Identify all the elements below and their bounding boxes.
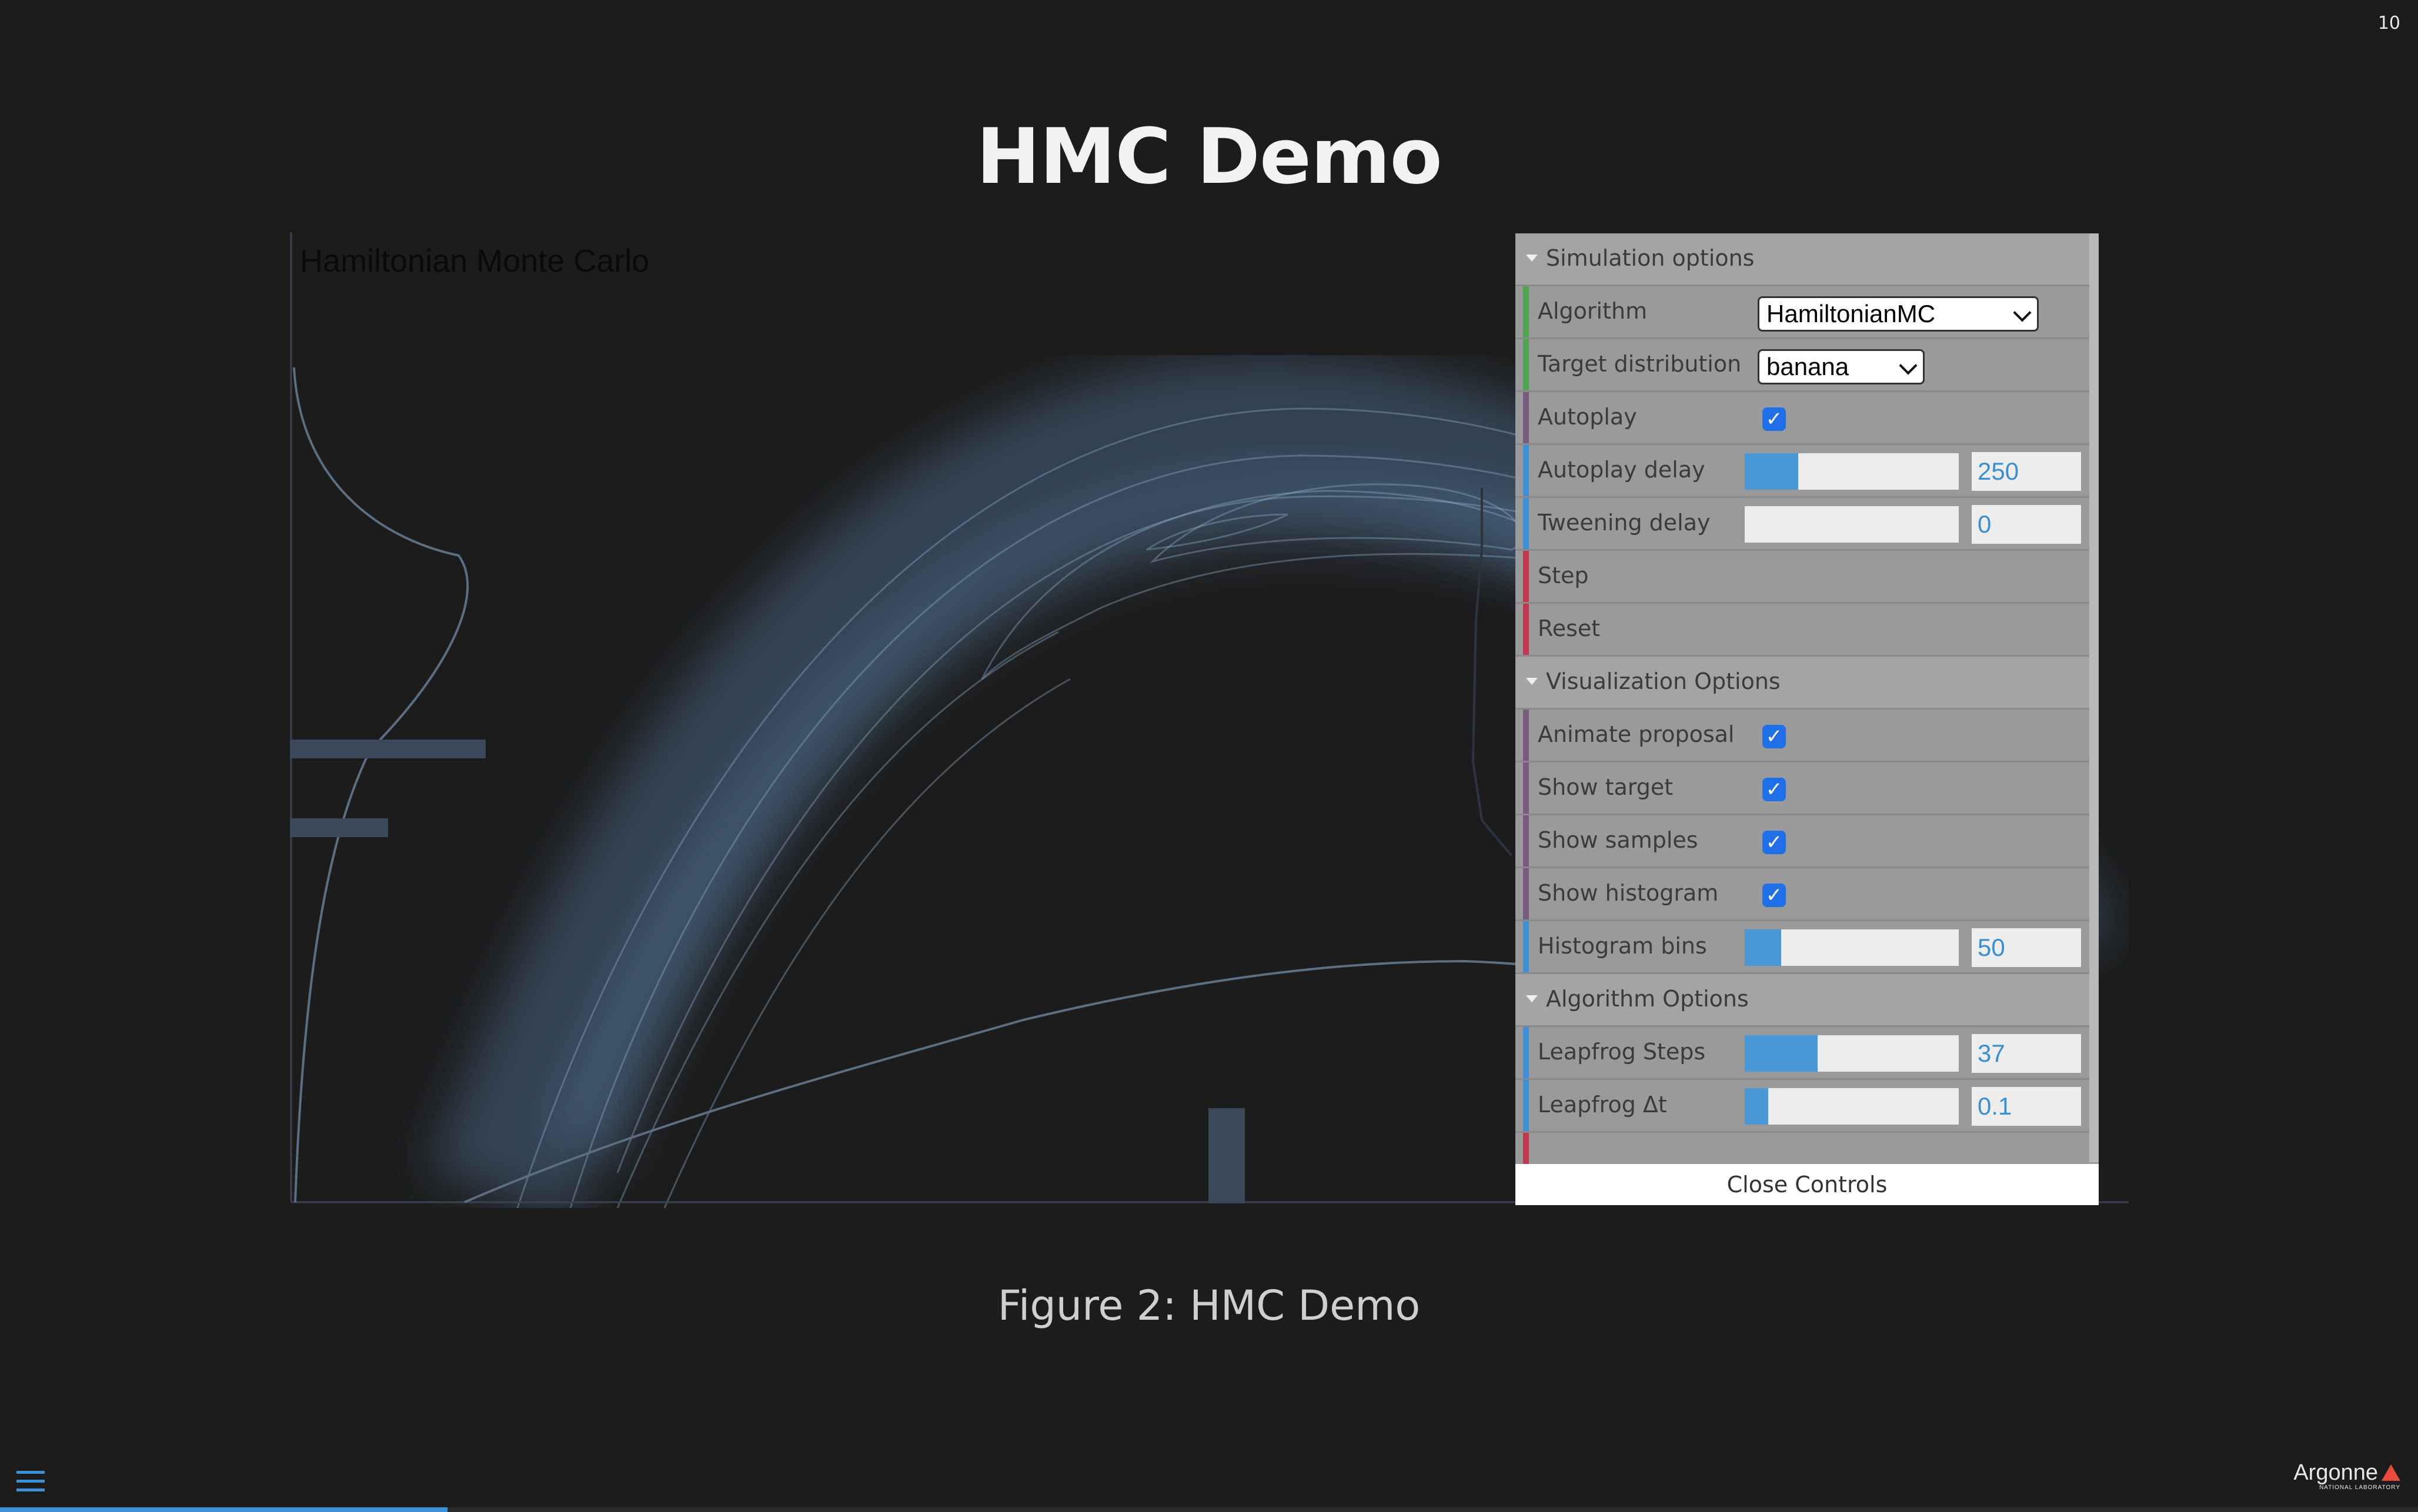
row-color-bar bbox=[1523, 710, 1529, 761]
reset-button-label: Reset bbox=[1538, 615, 1601, 641]
visualization-title: Hamiltonian Monte Carlo bbox=[300, 243, 650, 279]
row-color-bar bbox=[1523, 339, 1529, 390]
show-target-checkbox[interactable]: ✓ bbox=[1762, 778, 1786, 801]
controls-scrollbar[interactable] bbox=[2089, 233, 2099, 1162]
row-color-bar bbox=[1523, 1133, 1529, 1166]
show-samples-checkbox[interactable]: ✓ bbox=[1762, 831, 1786, 854]
folder-simulation-options[interactable]: Simulation options bbox=[1515, 233, 2089, 286]
folder-label: Algorithm Options bbox=[1546, 986, 1749, 1012]
row-label: Animate proposal bbox=[1538, 721, 1735, 747]
row-label: Tweening delay bbox=[1538, 510, 1711, 536]
slide-number: 10 bbox=[2377, 13, 2400, 34]
row-next-partial bbox=[1515, 1133, 2089, 1168]
row-color-bar bbox=[1523, 815, 1529, 867]
slider-fill bbox=[1745, 453, 1798, 490]
slider-fill bbox=[1745, 1088, 1769, 1125]
step-button[interactable]: Step bbox=[1515, 551, 2089, 604]
y-marginal-density bbox=[293, 367, 469, 1203]
row-color-bar bbox=[1523, 445, 1529, 496]
row-label: Autoplay delay bbox=[1538, 457, 1705, 483]
tweening-delay-slider[interactable] bbox=[1745, 506, 1959, 543]
row-color-bar bbox=[1523, 921, 1529, 972]
row-show-samples: Show samples ✓ bbox=[1515, 815, 2089, 868]
row-leapfrog-steps: Leapfrog Steps 37 bbox=[1515, 1027, 2089, 1080]
tweening-delay-input[interactable]: 0 bbox=[1972, 505, 2081, 544]
caret-down-icon bbox=[1526, 678, 1538, 685]
row-animate-proposal: Animate proposal ✓ bbox=[1515, 710, 2089, 762]
row-label: Algorithm bbox=[1538, 298, 1648, 324]
slider-fill bbox=[1745, 929, 1781, 966]
logo-subtitle: NATIONAL LABORATORY bbox=[2319, 1484, 2400, 1491]
row-show-histogram: Show histogram ✓ bbox=[1515, 868, 2089, 921]
row-color-bar bbox=[1523, 551, 1529, 602]
histogram-bins-slider[interactable] bbox=[1745, 929, 1959, 966]
algorithm-select-value: HamiltonianMC bbox=[1766, 300, 1936, 327]
row-label: Target distribution bbox=[1538, 351, 1742, 377]
row-color-bar bbox=[1523, 392, 1529, 443]
histogram-bins-input[interactable]: 50 bbox=[1972, 928, 2081, 967]
leapfrog-dt-input[interactable]: 0.1 bbox=[1972, 1087, 2081, 1126]
animate-proposal-checkbox[interactable]: ✓ bbox=[1762, 725, 1786, 748]
folder-label: Visualization Options bbox=[1546, 668, 1781, 694]
argonne-logo: Argonne NATIONAL LABORATORY bbox=[2293, 1460, 2400, 1491]
row-algorithm: Algorithm HamiltonianMC bbox=[1515, 286, 2089, 339]
hamburger-menu-icon[interactable] bbox=[16, 1468, 45, 1494]
autoplay-checkbox[interactable]: ✓ bbox=[1762, 407, 1786, 431]
row-color-bar bbox=[1523, 1080, 1529, 1131]
row-autoplay: Autoplay ✓ bbox=[1515, 392, 2089, 445]
caret-down-icon bbox=[1526, 995, 1538, 1002]
row-label: Leapfrog Steps bbox=[1538, 1039, 1706, 1065]
autoplay-delay-input[interactable]: 250 bbox=[1972, 452, 2081, 491]
caret-down-icon bbox=[1526, 255, 1538, 262]
y-histogram-bar bbox=[290, 740, 486, 758]
x-histogram-bar bbox=[1208, 1108, 1245, 1203]
target-select-value: banana bbox=[1766, 353, 1849, 380]
slider-fill bbox=[1745, 1035, 1818, 1072]
row-label: Show target bbox=[1538, 774, 1674, 800]
row-color-bar bbox=[1523, 604, 1529, 655]
row-label: Autoplay bbox=[1538, 404, 1637, 430]
row-histogram-bins: Histogram bins 50 bbox=[1515, 921, 2089, 974]
step-button-label: Step bbox=[1538, 563, 1589, 588]
row-color-bar bbox=[1523, 762, 1529, 814]
row-label: Histogram bins bbox=[1538, 933, 1707, 959]
row-label: Show histogram bbox=[1538, 880, 1719, 906]
autoplay-delay-slider[interactable] bbox=[1745, 453, 1959, 490]
row-label: Show samples bbox=[1538, 827, 1698, 853]
leapfrog-steps-input[interactable]: 37 bbox=[1972, 1034, 2081, 1073]
progress-fill bbox=[0, 1507, 447, 1512]
row-target-distribution: Target distribution banana bbox=[1515, 339, 2089, 392]
slide-progress-bar bbox=[0, 1507, 2418, 1512]
leapfrog-dt-slider[interactable] bbox=[1745, 1088, 1959, 1125]
chevron-down-icon bbox=[2013, 303, 2032, 322]
row-color-bar bbox=[1523, 868, 1529, 919]
controls-panel[interactable]: Simulation options Algorithm Hamiltonian… bbox=[1515, 233, 2099, 1205]
algorithm-select[interactable]: HamiltonianMC bbox=[1758, 296, 2039, 332]
row-color-bar bbox=[1523, 286, 1529, 337]
folder-visualization-options[interactable]: Visualization Options bbox=[1515, 657, 2089, 710]
row-color-bar bbox=[1523, 498, 1529, 549]
target-distribution-select[interactable]: banana bbox=[1758, 349, 1925, 384]
reset-button[interactable]: Reset bbox=[1515, 604, 2089, 657]
logo-name: Argonne bbox=[2293, 1460, 2378, 1485]
chevron-down-icon bbox=[1899, 356, 1918, 375]
show-histogram-checkbox[interactable]: ✓ bbox=[1762, 884, 1786, 907]
row-label: Leapfrog Δt bbox=[1538, 1092, 1667, 1118]
row-autoplay-delay: Autoplay delay 250 bbox=[1515, 445, 2089, 498]
row-tweening-delay: Tweening delay 0 bbox=[1515, 498, 2089, 551]
close-controls-button[interactable]: Close Controls bbox=[1515, 1164, 2099, 1205]
logo-triangle-icon bbox=[2382, 1464, 2400, 1481]
row-leapfrog-dt: Leapfrog Δt 0.1 bbox=[1515, 1080, 2089, 1133]
y-histogram-bar bbox=[290, 818, 388, 837]
slide-title: HMC Demo bbox=[976, 112, 1442, 201]
row-color-bar bbox=[1523, 1027, 1529, 1078]
folder-label: Simulation options bbox=[1546, 245, 1755, 271]
figure-caption: Figure 2: HMC Demo bbox=[997, 1282, 1421, 1330]
folder-algorithm-options[interactable]: Algorithm Options bbox=[1515, 974, 2089, 1027]
slide: 10 HMC Demo Hamiltonian Monte Carlo Simu… bbox=[0, 0, 2418, 1512]
row-show-target: Show target ✓ bbox=[1515, 762, 2089, 815]
leapfrog-steps-slider[interactable] bbox=[1745, 1035, 1959, 1072]
